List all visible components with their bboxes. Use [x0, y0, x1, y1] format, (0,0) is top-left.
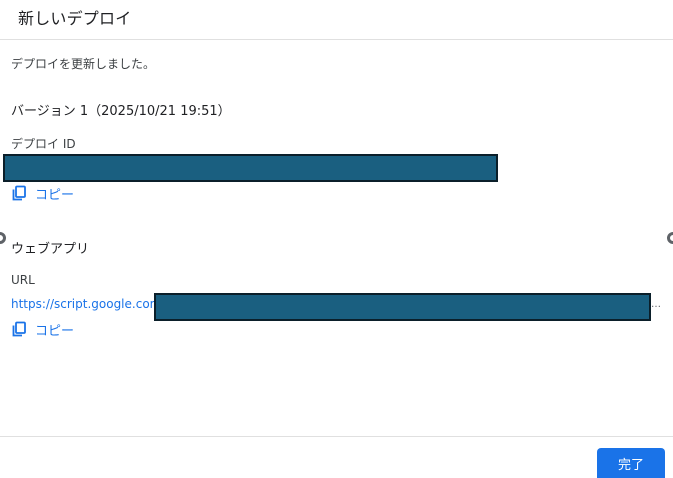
- deploy-id-label: デプロイ ID: [11, 137, 76, 151]
- webapp-section-title: ウェブアプリ: [11, 242, 90, 257]
- dialog-footer: [0, 436, 673, 478]
- version-info: バージョン 1（2025/10/21 19:51）: [11, 104, 231, 119]
- copy-deploy-id-button[interactable]: コピー: [11, 184, 75, 203]
- url-label: URL: [11, 273, 35, 287]
- url-overflow-ellipsis: …: [651, 299, 661, 310]
- dialog-title: 新しいデプロイ: [18, 9, 132, 28]
- dialog-header: 新しいデプロイ: [0, 0, 673, 40]
- copy-url-label: コピー: [35, 323, 75, 339]
- left-resize-handle[interactable]: [0, 232, 6, 244]
- webapp-url-link[interactable]: https://script.google.com/: [11, 297, 165, 311]
- copy-icon: [11, 321, 27, 337]
- right-resize-handle[interactable]: [667, 232, 673, 244]
- deploy-dialog: 新しいデプロイ デプロイを更新しました。 バージョン 1（2025/10/21 …: [0, 0, 673, 478]
- copy-url-button[interactable]: コピー: [11, 320, 75, 339]
- copy-deploy-id-label: コピー: [35, 187, 75, 203]
- webapp-url-redacted: [154, 293, 651, 321]
- copy-icon: [11, 185, 27, 201]
- status-message: デプロイを更新しました。: [11, 57, 156, 71]
- deploy-id-redacted: [3, 154, 498, 182]
- done-button[interactable]: 完了: [597, 448, 665, 478]
